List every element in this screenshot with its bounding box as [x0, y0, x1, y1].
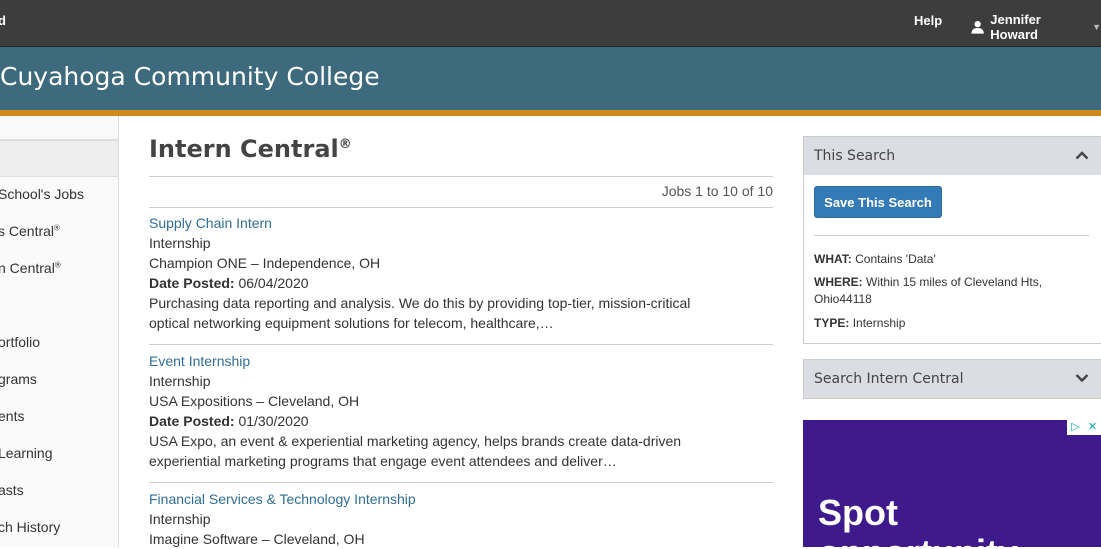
job-title-link[interactable]: Event Internship	[149, 351, 773, 371]
job-description: USA Expo, an event & experiential market…	[149, 433, 682, 469]
job-description: Purchasing data reporting and analysis. …	[149, 295, 691, 331]
school-banner: Cuyahoga Community College	[0, 47, 1101, 116]
user-icon	[971, 21, 984, 34]
job-title-link[interactable]: Supply Chain Intern	[149, 213, 773, 233]
chevron-down-icon[interactable]	[1075, 373, 1089, 383]
criteria-where: WHERE: Within 15 miles of Cleveland Hts,…	[814, 275, 1043, 306]
search-panel-header[interactable]: Search Intern Central	[804, 360, 1101, 398]
criteria-type: TYPE: Internship	[814, 316, 906, 330]
ad-headline: Spot	[818, 492, 898, 533]
advertisement[interactable]: ▷ ✕ Spot opportunity	[803, 420, 1101, 547]
job-date-posted: Date Posted: 01/30/2020	[149, 413, 309, 429]
sidebar-item-intern-central[interactable]: n Central®	[0, 260, 61, 276]
job-type: Internship	[149, 235, 211, 251]
results-divider	[149, 207, 773, 208]
ad-headline-2: opportunity	[818, 532, 1018, 547]
sidebar-item-learning[interactable]: Learning	[0, 445, 53, 461]
job-divider	[149, 344, 773, 345]
job-company: Champion ONE – Independence, OH	[149, 255, 381, 271]
sidebar-item-jobs-central[interactable]: s Central®	[0, 223, 60, 239]
sidebar-item-events[interactable]: ents	[0, 408, 24, 424]
job-company: USA Expositions – Cleveland, OH	[149, 393, 360, 409]
chevron-up-icon[interactable]	[1075, 150, 1089, 160]
this-search-panel: This Search Save This Search WHAT: Conta…	[803, 136, 1101, 344]
search-intern-central-panel: Search Intern Central	[803, 359, 1101, 399]
panel-divider	[814, 235, 1089, 236]
job-listing: Event Internship Internship USA Expositi…	[149, 351, 773, 471]
job-type: Internship	[149, 511, 211, 527]
job-date-posted: Date Posted: 06/04/2020	[149, 275, 309, 291]
job-company: Imagine Software – Cleveland, OH	[149, 531, 365, 547]
sidebar-item-search-history[interactable]: ch History	[0, 519, 60, 535]
user-menu[interactable]: Jennifer Howard ▼	[971, 12, 1101, 42]
sidebar-active-row[interactable]	[0, 140, 118, 177]
this-search-title: This Search	[814, 148, 896, 164]
sidebar-item-portfolio[interactable]: ortfolio	[0, 334, 40, 350]
caret-down-icon: ▼	[1092, 22, 1101, 32]
save-search-button[interactable]: Save This Search	[814, 186, 942, 218]
sidebar: School's Jobs s Central® n Central® ortf…	[0, 116, 119, 547]
sidebar-item-programs[interactable]: grams	[0, 371, 37, 387]
sidebar-item-podcasts[interactable]: asts	[0, 482, 24, 498]
criteria-what: WHAT: Contains 'Data'	[814, 252, 936, 266]
job-listing: Financial Services & Technology Internsh…	[149, 489, 773, 549]
ad-choices-badge[interactable]: ▷ ✕	[1067, 420, 1101, 435]
job-listing: Supply Chain Intern Internship Champion …	[149, 213, 773, 333]
job-divider	[149, 482, 773, 483]
sidebar-item-schools-jobs[interactable]: School's Jobs	[0, 186, 84, 202]
page-title: Intern Central®	[149, 135, 352, 163]
job-type: Internship	[149, 373, 211, 389]
this-search-header[interactable]: This Search	[804, 137, 1101, 175]
results-count: Jobs 1 to 10 of 10	[661, 183, 773, 199]
title-divider	[149, 176, 773, 177]
help-link[interactable]: Help	[914, 13, 942, 28]
ad-choices-icon[interactable]: ▷	[1067, 420, 1084, 435]
top-nav-bar: d Help Jennifer Howard ▼	[0, 0, 1101, 47]
school-name: Cuyahoga Community College	[0, 62, 380, 91]
user-name: Jennifer Howard	[990, 12, 1041, 42]
job-title-link[interactable]: Financial Services & Technology Internsh…	[149, 489, 773, 509]
close-icon[interactable]: ✕	[1084, 420, 1101, 435]
top-nav-left-link[interactable]: d	[0, 13, 6, 28]
search-panel-title: Search Intern Central	[814, 371, 964, 387]
